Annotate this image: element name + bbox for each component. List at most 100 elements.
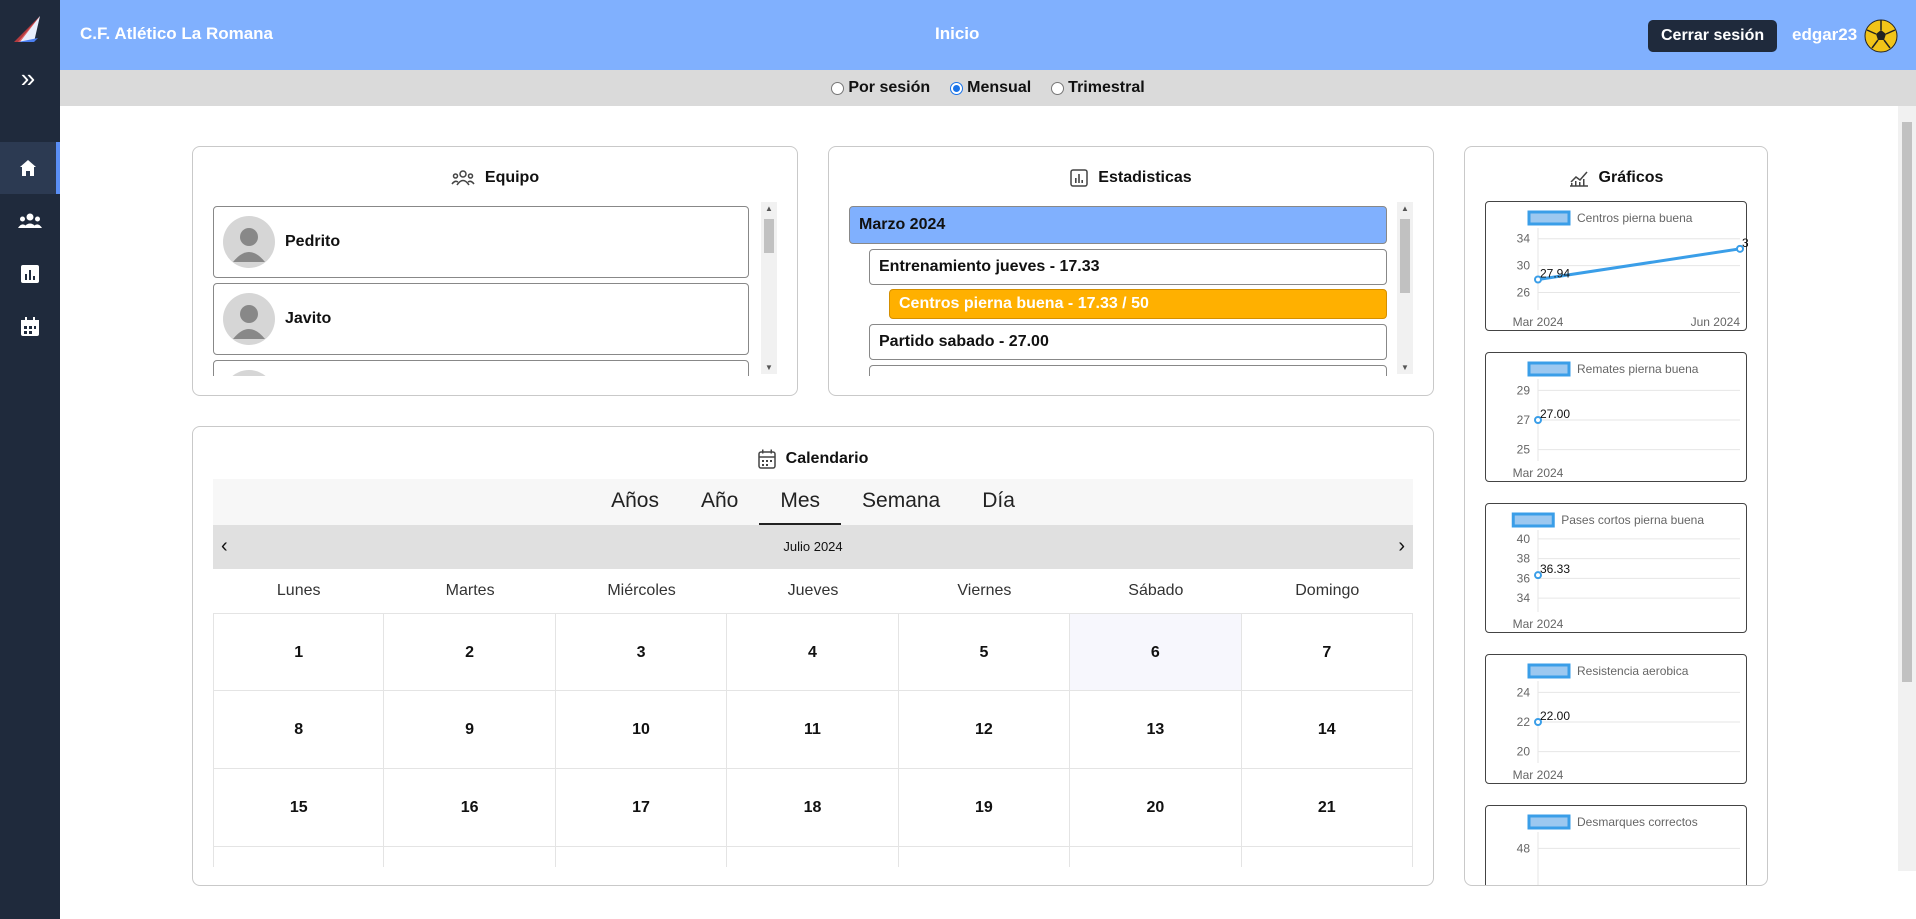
- calendar-day[interactable]: 7: [1241, 613, 1413, 691]
- weekday-header: Domingo: [1295, 582, 1360, 599]
- scroll-up-icon[interactable]: ▲: [765, 204, 773, 213]
- scroll-thumb[interactable]: [764, 219, 774, 253]
- home-icon: [20, 160, 36, 176]
- calendar-day[interactable]: 13: [1070, 691, 1242, 769]
- tab-dia[interactable]: Día: [961, 479, 1036, 525]
- calendar-day[interactable]: [899, 847, 1071, 867]
- scroll-up-icon[interactable]: ▲: [1401, 204, 1409, 213]
- calendar-day[interactable]: [727, 847, 899, 867]
- calendar-day[interactable]: 14: [1241, 691, 1413, 769]
- calendar-day[interactable]: 1: [213, 613, 385, 691]
- player-name: Javito: [285, 310, 332, 327]
- stats-session-row[interactable]: Entrenamiento jueves - 17.33: [869, 249, 1387, 285]
- calendar-day[interactable]: 16: [384, 769, 556, 847]
- weekday-header: Lunes: [276, 582, 321, 599]
- calendar-day[interactable]: 4: [727, 613, 899, 691]
- calendar-day[interactable]: [556, 847, 728, 867]
- sidebar-item-team[interactable]: [0, 195, 60, 247]
- team-icon: [451, 170, 475, 186]
- x-tick-label: Mar 2024: [1513, 768, 1564, 782]
- calendar-day[interactable]: 3: [555, 613, 728, 691]
- legend-label: Resistencia aerobica: [1577, 664, 1689, 678]
- scroll-down-icon[interactable]: ▼: [765, 363, 773, 372]
- legend-label: Pases cortos pierna buena: [1561, 513, 1704, 527]
- calendar-day[interactable]: 6: [1070, 613, 1242, 691]
- calendar-day[interactable]: 5: [898, 613, 1071, 691]
- list-item[interactable]: Javito: [213, 283, 749, 355]
- scroll-thumb[interactable]: [1902, 122, 1912, 682]
- calendar-day[interactable]: 17: [555, 769, 728, 847]
- calendar-nav: ‹ Julio 2024 ›: [213, 525, 1413, 569]
- calendar-day[interactable]: [213, 847, 385, 867]
- calendar-day[interactable]: 2: [384, 613, 556, 691]
- tab-semana[interactable]: Semana: [841, 479, 961, 525]
- team-icon: [18, 213, 42, 228]
- team-list-scrollbar[interactable]: ▲ ▼: [761, 202, 777, 374]
- calendar-day[interactable]: 9: [384, 691, 556, 769]
- radio-por-sesion[interactable]: [831, 81, 845, 95]
- period-option-trimestral[interactable]: Trimestral: [1051, 79, 1145, 97]
- calendar-title: Calendario: [785, 450, 869, 467]
- stats-icon: [21, 265, 39, 283]
- stats-list-scrollbar[interactable]: ▲ ▼: [1397, 202, 1413, 374]
- calendar-day[interactable]: 19: [898, 769, 1071, 847]
- mini-chart[interactable]: Remates pierna buena 25 27 29 Mar 2024 27.00: [1485, 352, 1747, 482]
- graphs-title: Gráficos: [1598, 169, 1664, 186]
- team-card: Equipo Pedrito Javito ▲ ▼: [192, 146, 798, 396]
- x-tick-label: Jun 2024: [1691, 315, 1741, 329]
- calendar-day[interactable]: 20: [1070, 769, 1242, 847]
- calendar-day[interactable]: 11: [727, 691, 899, 769]
- calendar-day[interactable]: [1070, 847, 1242, 867]
- legend-swatch: [1527, 210, 1571, 226]
- player-name: Pedrito: [285, 233, 341, 250]
- sidebar-toggle-icon[interactable]: »: [14, 64, 42, 92]
- radio-trimestral[interactable]: [1051, 81, 1065, 95]
- list-item[interactable]: Pedrito: [213, 206, 749, 278]
- data-label: 27.00: [1540, 407, 1570, 421]
- y-tick-label: 26: [1517, 286, 1531, 300]
- stats-icon: [1070, 169, 1089, 187]
- scroll-down-icon[interactable]: ▼: [1401, 363, 1409, 372]
- list-item[interactable]: [213, 360, 749, 376]
- app-logo[interactable]: [10, 12, 50, 46]
- calendar-day[interactable]: 18: [727, 769, 899, 847]
- mini-chart[interactable]: Centros pierna buena 26 30 34 Mar 2024 Jun 20…: [1485, 201, 1749, 331]
- y-tick-label: 36: [1517, 571, 1531, 585]
- sidebar-item-calendar[interactable]: [0, 301, 60, 353]
- chevron-right-icon[interactable]: ›: [1398, 535, 1405, 558]
- logout-button[interactable]: Cerrar sesión: [1648, 20, 1778, 52]
- sidebar-item-home[interactable]: [0, 142, 60, 194]
- calendar-day[interactable]: 8: [213, 691, 385, 769]
- page-title: Inicio: [935, 24, 980, 43]
- calendar-day[interactable]: 10: [555, 691, 728, 769]
- stats-month-row[interactable]: Marzo 2024: [849, 206, 1387, 244]
- period-option-mensual[interactable]: Mensual: [950, 79, 1031, 97]
- calendar-day[interactable]: [384, 847, 556, 867]
- mini-chart[interactable]: Desmarques correctos444844.00: [1485, 805, 1747, 885]
- calendar-day[interactable]: 12: [898, 691, 1071, 769]
- graphs-card: Gráficos Centros pierna buena 26 30 34 Mar 2…: [1464, 146, 1768, 886]
- x-tick-label: Mar 2024: [1513, 466, 1564, 480]
- calendar-day[interactable]: 15: [213, 769, 385, 847]
- tab-anos[interactable]: Años: [590, 479, 680, 525]
- calendar-day[interactable]: 21: [1241, 769, 1413, 847]
- username[interactable]: edgar23: [1792, 25, 1857, 45]
- avatar[interactable]: [1864, 19, 1898, 53]
- y-tick-label: 34: [1517, 591, 1531, 605]
- club-name: C.F. Atlético La Romana: [80, 24, 274, 43]
- stats-metric-row[interactable]: Centros pierna buena - 17.33 / 50: [889, 289, 1387, 319]
- chart-svg: Desmarques correctos444844.00: [1517, 814, 1740, 885]
- mini-chart[interactable]: Resistencia aerobica 20 22 24 Mar 2024 22.00: [1485, 654, 1747, 784]
- team-title: Equipo: [484, 169, 540, 186]
- scroll-thumb[interactable]: [1400, 219, 1410, 293]
- period-option-por-sesion[interactable]: Por sesión: [831, 79, 930, 97]
- radio-mensual[interactable]: [950, 81, 964, 95]
- sidebar-item-stats[interactable]: [0, 248, 60, 300]
- stats-session-row[interactable]: [869, 365, 1387, 376]
- tab-ano[interactable]: Año: [680, 479, 759, 525]
- page-scrollbar[interactable]: [1898, 106, 1916, 871]
- mini-chart[interactable]: Pases cortos pierna buena 34 36 38 40 Mar 202…: [1485, 503, 1747, 633]
- tab-mes[interactable]: Mes: [759, 479, 842, 525]
- stats-session-row[interactable]: Partido sabado - 27.00: [869, 324, 1387, 360]
- calendar-day[interactable]: [1242, 847, 1413, 867]
